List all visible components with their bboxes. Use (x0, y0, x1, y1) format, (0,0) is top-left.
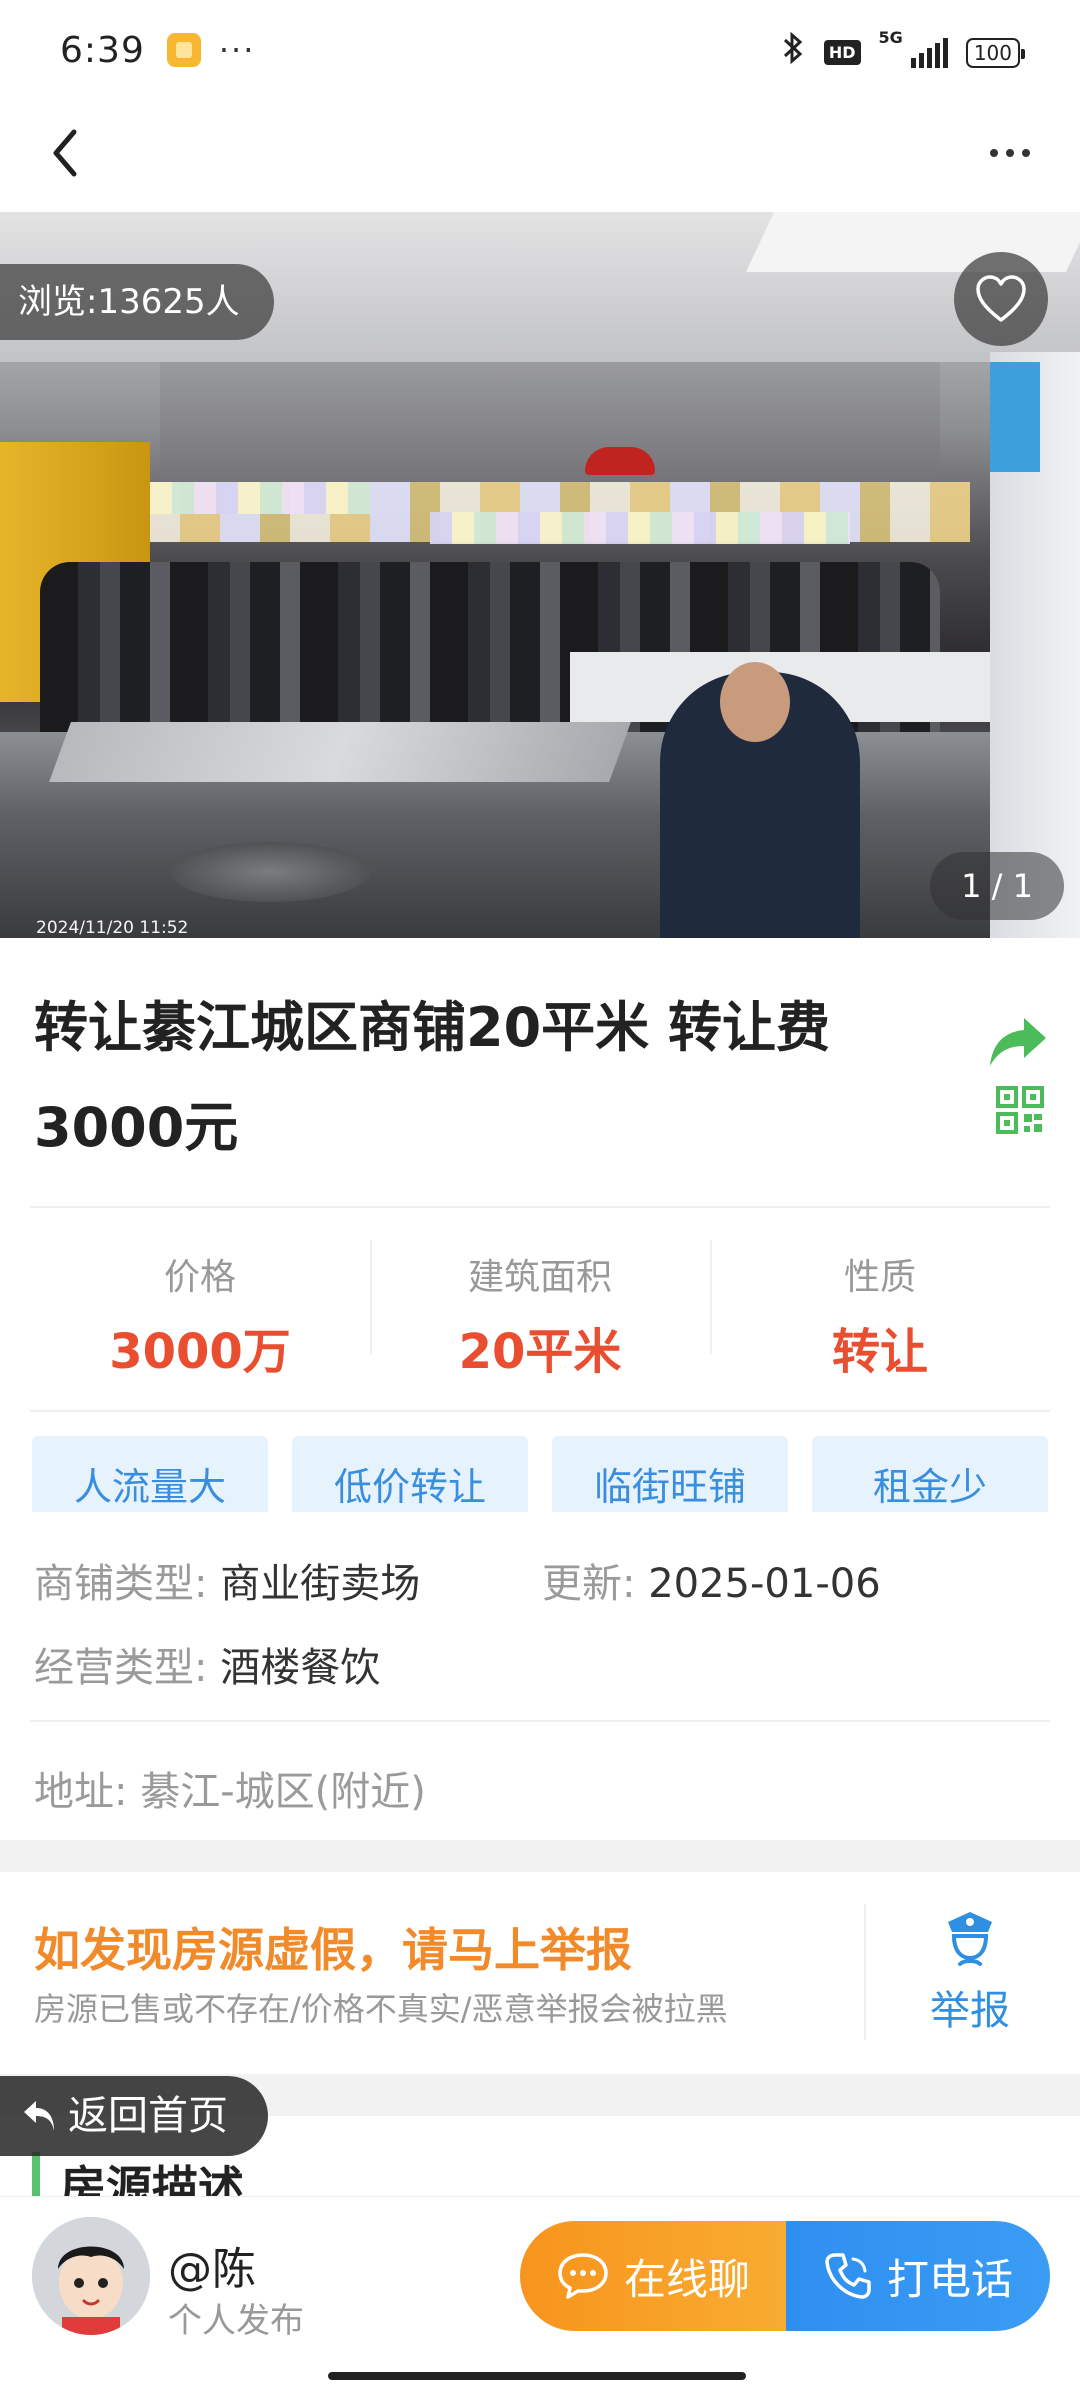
stat-price: 价格 3000万 (30, 1210, 370, 1380)
chat-bubble-icon (558, 2253, 608, 2299)
bottom-action-bar: @陈 个人发布 在线聊 打电话 (0, 2196, 1080, 2400)
heart-icon (976, 275, 1026, 322)
back-arrow-icon (53, 129, 77, 177)
phone-icon (825, 2253, 871, 2299)
stat-label: 性质 (843, 1257, 916, 1298)
signal-icon (910, 37, 948, 68)
updated-value: 2025-01-06 (648, 1561, 881, 1607)
share-button[interactable] (986, 1014, 1050, 1070)
stat-nature: 性质 转让 (710, 1210, 1050, 1380)
feature-tag: 临街旺铺 (552, 1436, 788, 1512)
business-type-value: 酒楼餐饮 (220, 1645, 381, 1691)
updated-row: 更新: 2025-01-06 (542, 1556, 881, 1612)
status-time: 6:39 (60, 29, 145, 71)
stat-label: 建筑面积 (467, 1257, 612, 1298)
hd-badge: HD (823, 40, 861, 65)
photo-page-indicator: 1 / 1 (930, 852, 1064, 920)
shop-type-row: 商铺类型: 商业街卖场 (34, 1556, 420, 1612)
more-icon (990, 149, 998, 157)
shop-type-label: 商铺类型: (34, 1561, 208, 1607)
stat-area: 建筑面积 20平米 (370, 1210, 710, 1380)
address-row: 地址: 綦江-城区(附近) (34, 1764, 426, 1820)
stat-value: 转让 (831, 1324, 928, 1380)
back-home-label: 返回首页 (68, 2093, 228, 2139)
chat-label: 在线聊 (623, 2254, 750, 2304)
network-type: 5G (878, 28, 903, 47)
call-button[interactable]: 打电话 (786, 2221, 1050, 2331)
feature-tag: 低价转让 (292, 1436, 528, 1512)
status-bar: 6:39 ··· HD 5G 100 (0, 0, 1080, 100)
bluetooth-icon (780, 30, 806, 75)
description-accent-bar (32, 2152, 40, 2200)
call-label: 打电话 (886, 2254, 1013, 2304)
stat-label: 价格 (163, 1257, 236, 1298)
share-icon (990, 1018, 1046, 1066)
return-arrow-icon (24, 2101, 54, 2131)
feature-tags: 人流量大 低价转让 临街旺铺 租金少 (32, 1436, 1048, 1512)
description-title: 房源描述 (60, 2161, 244, 2196)
report-button[interactable]: 举报 (910, 1906, 1030, 2036)
business-type-row: 经营类型: 酒楼餐饮 (34, 1640, 380, 1696)
avatar[interactable] (32, 2217, 150, 2335)
feature-tag: 人流量大 (32, 1436, 268, 1512)
more-button[interactable] (970, 118, 1050, 188)
key-stats: 价格 3000万 建筑面积 20平米 性质 转让 (30, 1210, 1050, 1380)
stat-value: 3000万 (109, 1324, 291, 1380)
publisher-name: @陈 (168, 2244, 256, 2295)
divider (30, 1206, 1050, 1208)
stat-value: 20平米 (458, 1324, 622, 1380)
address-label: 地址: (34, 1769, 128, 1815)
business-type-label: 经营类型: (34, 1645, 208, 1691)
qr-code-button[interactable] (996, 1086, 1044, 1134)
listing-title: 转让綦江城区商铺20平米 转让费3000元 (34, 996, 830, 1159)
battery-indicator: 100 (965, 37, 1026, 68)
shop-type-value: 商业街卖场 (220, 1561, 421, 1607)
favorite-button[interactable] (954, 252, 1048, 346)
report-warning-title: 如发现房源虚假，请马上举报 (34, 1923, 632, 1977)
photo-timestamp: 2024/11/20 11:52 (36, 918, 189, 938)
feature-tag: 租金少 (812, 1436, 1048, 1512)
report-warning-subtitle: 房源已售或不存在/价格不真实/恶意举报会被拉黑 (34, 1990, 728, 2028)
report-label: 举报 (930, 1988, 1010, 2034)
view-count: 浏览:13625人 (0, 264, 274, 340)
report-divider (864, 1904, 866, 2040)
back-button[interactable] (30, 118, 100, 188)
address-value: 綦江-城区(附近) (140, 1769, 426, 1815)
gallery-app-icon (166, 33, 201, 67)
top-nav (0, 100, 1080, 212)
divider (30, 1410, 1050, 1412)
section-separator (0, 1840, 1080, 1872)
police-icon (948, 1912, 992, 1966)
back-home-button[interactable]: 返回首页 (0, 2076, 268, 2156)
divider (30, 1720, 1050, 1722)
publisher-type: 个人发布 (168, 2301, 304, 2341)
updated-label: 更新: (542, 1561, 636, 1607)
online-chat-button[interactable]: 在线聊 (520, 2221, 786, 2331)
status-right-group: HD 5G 100 (780, 28, 1026, 75)
avatar-image (32, 2217, 150, 2335)
qr-code-icon (996, 1086, 1044, 1134)
home-indicator[interactable] (328, 2372, 746, 2380)
status-more-dots: ··· (218, 31, 256, 69)
